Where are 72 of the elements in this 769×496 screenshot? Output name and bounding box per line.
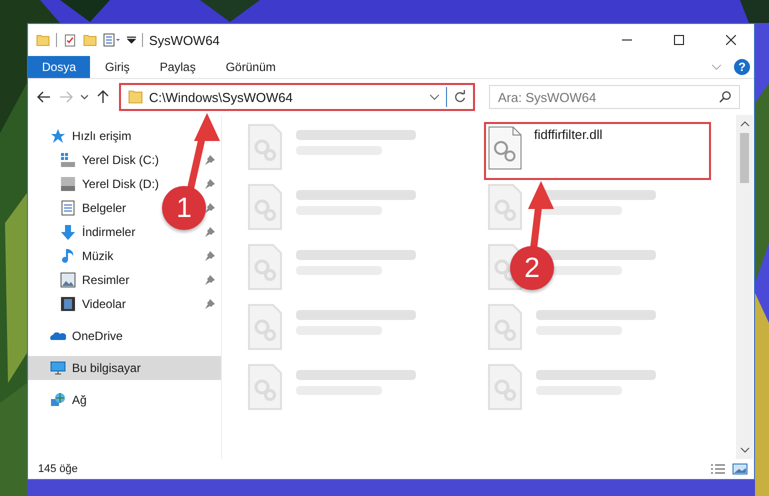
music-note-icon bbox=[60, 248, 76, 264]
properties-icon bbox=[103, 33, 121, 47]
sidebar-label: Hızlı erişim bbox=[72, 129, 132, 143]
sidebar-item[interactable]: Bu bilgisayar bbox=[28, 356, 221, 380]
pin-icon[interactable] bbox=[205, 251, 215, 261]
sidebar-item[interactable]: OneDrive bbox=[28, 324, 221, 348]
sidebar-item[interactable]: Yerel Disk (D:) bbox=[60, 172, 159, 196]
search-icon[interactable] bbox=[719, 90, 732, 103]
refresh-icon[interactable] bbox=[453, 90, 467, 104]
window-title: SysWOW64 bbox=[149, 32, 220, 48]
film-icon bbox=[60, 296, 76, 312]
sidebar-item[interactable]: Belgeler bbox=[60, 196, 126, 220]
star-icon bbox=[50, 128, 66, 144]
sidebar-label: Müzik bbox=[82, 249, 114, 263]
dll-file-icon bbox=[488, 126, 522, 170]
pin-icon[interactable] bbox=[205, 179, 215, 189]
sidebar-item[interactable]: Videolar bbox=[60, 292, 126, 316]
search-field[interactable]: Ara: SysWOW64 bbox=[489, 85, 740, 109]
sidebar-label: Videolar bbox=[82, 297, 126, 311]
down-arrow-icon bbox=[60, 224, 76, 240]
sidebar-item[interactable]: İndirmeler bbox=[60, 220, 136, 244]
sidebar-item[interactable]: Yerel Disk (C:) bbox=[60, 148, 159, 172]
sidebar-label: Yerel Disk (C:) bbox=[82, 153, 159, 167]
checklist-icon bbox=[63, 34, 77, 46]
pin-icon[interactable] bbox=[205, 203, 215, 213]
folder-icon bbox=[83, 34, 97, 46]
file-item[interactable]: fidffirfilter.dll bbox=[484, 122, 711, 180]
folder-icon bbox=[128, 90, 143, 104]
address-field[interactable]: C:\Windows\SysWOW64 bbox=[119, 83, 475, 111]
sidebar-label: Bu bilgisayar bbox=[72, 361, 141, 375]
pin-icon[interactable] bbox=[205, 227, 215, 237]
item-count: 145 öğe bbox=[38, 463, 78, 475]
pin-icon[interactable] bbox=[205, 275, 215, 285]
details-view-icon[interactable] bbox=[710, 463, 726, 475]
scroll-thumb[interactable] bbox=[740, 133, 749, 183]
document-icon bbox=[60, 200, 76, 216]
ribbon-tab[interactable]: Görünüm bbox=[210, 56, 291, 78]
sidebar-label: Yerel Disk (D:) bbox=[82, 177, 159, 191]
network-icon bbox=[50, 392, 66, 408]
sidebar-item[interactable]: Hızlı erişim bbox=[28, 124, 221, 148]
pin-icon[interactable] bbox=[205, 299, 215, 309]
sidebar-label: İndirmeler bbox=[82, 225, 136, 239]
sidebar-item[interactable]: Müzik bbox=[60, 244, 114, 268]
sidebar-item[interactable]: Ağ bbox=[28, 388, 221, 412]
drive-icon bbox=[60, 176, 76, 192]
address-path: C:\Windows\SysWOW64 bbox=[149, 90, 294, 104]
sidebar-label: Belgeler bbox=[82, 201, 126, 215]
dropdown-icon[interactable] bbox=[127, 36, 136, 44]
monitor-icon bbox=[50, 360, 66, 376]
ribbon-tab[interactable]: Giriş bbox=[90, 56, 145, 78]
sidebar-item[interactable]: Resimler bbox=[60, 268, 130, 292]
image-icon bbox=[60, 272, 76, 288]
up-icon[interactable] bbox=[95, 89, 111, 105]
sidebar-label: Ağ bbox=[72, 393, 87, 407]
chevron-icon[interactable] bbox=[429, 94, 440, 100]
back-icon[interactable] bbox=[36, 89, 52, 105]
folder-icon bbox=[36, 34, 50, 46]
drive-icon bbox=[60, 152, 76, 168]
maximize-icon[interactable] bbox=[674, 35, 684, 45]
pin-icon[interactable] bbox=[205, 155, 215, 165]
ribbon-tab[interactable]: Dosya bbox=[28, 56, 90, 78]
scrollbar[interactable] bbox=[736, 115, 753, 459]
sidebar-label: Resimler bbox=[82, 273, 130, 287]
ribbon-tab[interactable]: Paylaş bbox=[144, 56, 211, 78]
large-icons-view-icon[interactable] bbox=[732, 463, 748, 475]
scroll-up-icon[interactable] bbox=[740, 120, 750, 128]
help-button[interactable]: ? bbox=[734, 59, 750, 75]
file-name: fidffirfilter.dll bbox=[534, 126, 602, 142]
scroll-down-icon[interactable] bbox=[740, 446, 750, 454]
caret-icon[interactable] bbox=[80, 94, 89, 100]
close-icon[interactable] bbox=[726, 35, 736, 45]
sidebar-label: OneDrive bbox=[72, 329, 123, 343]
